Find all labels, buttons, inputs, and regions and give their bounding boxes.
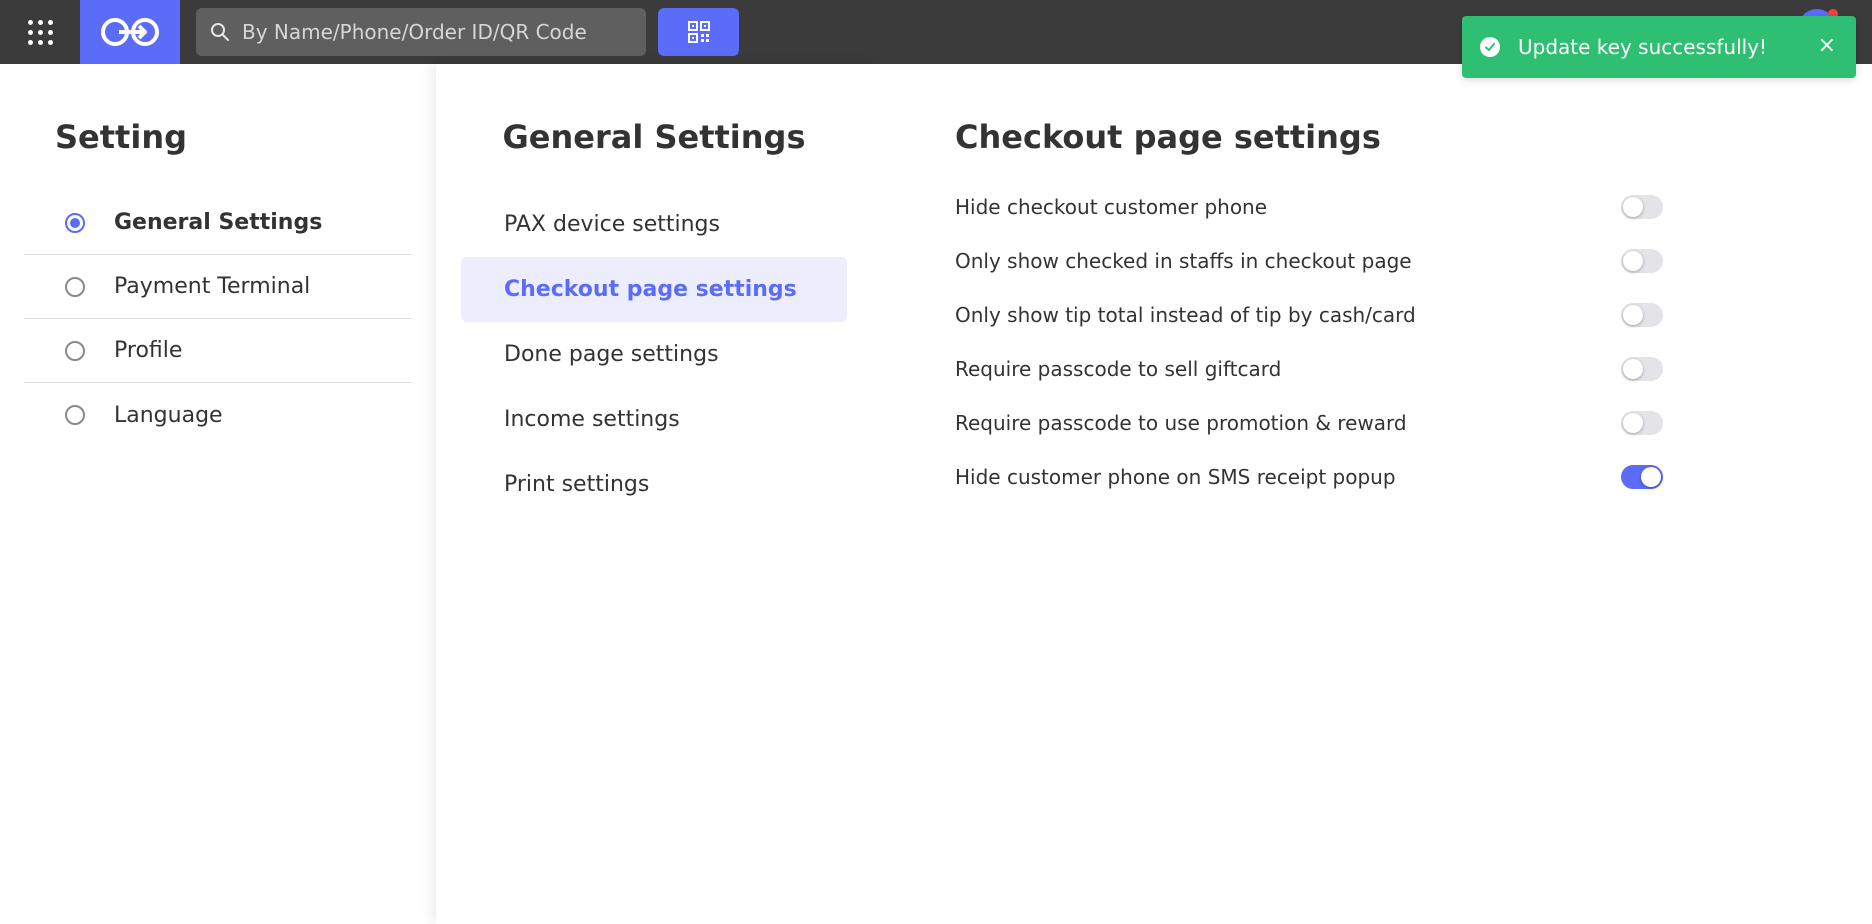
toggle-knob: [1623, 197, 1643, 217]
settings-nav: Setting General Settings Payment Termina…: [0, 64, 436, 924]
menu-item-income-settings[interactable]: Income settings: [461, 387, 847, 452]
page-title: Setting: [55, 118, 187, 156]
toggle-knob: [1623, 251, 1643, 271]
setting-label: Hide checkout customer phone: [955, 195, 1268, 219]
qr-scan-button[interactable]: [658, 8, 739, 56]
radio-checked-icon: [65, 212, 85, 233]
menu-item-pax-device-settings[interactable]: PAX device settings: [461, 192, 847, 257]
search-box: [196, 8, 646, 56]
radio-unchecked-icon: [65, 340, 85, 361]
panel-title: Checkout page settings: [955, 118, 1381, 156]
setting-row: Require passcode to use promotion & rewa…: [955, 403, 1663, 443]
check-circle-icon: [1480, 37, 1500, 57]
checkout-settings-panel: Checkout page settings Hide checkout cus…: [872, 64, 1872, 924]
menu-item-print-settings[interactable]: Print settings: [461, 452, 847, 517]
setting-label: Require passcode to use promotion & rewa…: [955, 411, 1407, 435]
toggle-knob: [1623, 413, 1643, 433]
setting-row: Only show tip total instead of tip by ca…: [955, 295, 1663, 335]
toast-message: Update key successfully!: [1518, 35, 1768, 59]
setting-row: Only show checked in staffs in checkout …: [955, 241, 1663, 281]
section-title: General Settings: [502, 118, 806, 156]
setting-label: Hide customer phone on SMS receipt popup: [955, 465, 1396, 489]
qr-code-icon: [687, 21, 710, 43]
toggle-knob: [1623, 359, 1643, 379]
nav-item-language[interactable]: Language: [25, 383, 411, 447]
setting-toggle[interactable]: [1621, 357, 1663, 381]
setting-label: Only show tip total instead of tip by ca…: [955, 303, 1416, 327]
nav-item-general-settings[interactable]: General Settings: [25, 191, 411, 255]
nav-item-profile[interactable]: Profile: [25, 319, 411, 383]
setting-toggle[interactable]: [1621, 195, 1663, 219]
setting-label: Require passcode to sell giftcard: [955, 357, 1282, 381]
menu-item-checkout-page-settings[interactable]: Checkout page settings: [461, 257, 847, 322]
setting-toggle[interactable]: [1621, 465, 1663, 489]
setting-toggle[interactable]: [1621, 411, 1663, 435]
apps-menu-button[interactable]: [0, 0, 80, 64]
search-icon: [211, 23, 229, 41]
nav-item-label: General Settings: [114, 210, 323, 235]
search-input[interactable]: [242, 20, 642, 44]
setting-row: Require passcode to sell giftcard: [955, 349, 1663, 389]
nav-item-label: Profile: [114, 338, 183, 363]
setting-toggle[interactable]: [1621, 303, 1663, 327]
setting-row: Hide checkout customer phone: [955, 187, 1663, 227]
nav-item-payment-terminal[interactable]: Payment Terminal: [25, 255, 411, 319]
setting-label: Only show checked in staffs in checkout …: [955, 249, 1412, 273]
success-toast: Update key successfully! ×: [1462, 16, 1856, 78]
apps-grid-icon: [27, 19, 53, 45]
radio-unchecked-icon: [65, 405, 85, 425]
nav-item-label: Language: [114, 402, 223, 428]
setting-row: Hide customer phone on SMS receipt popup: [955, 457, 1663, 497]
setting-toggle[interactable]: [1621, 249, 1663, 273]
close-icon[interactable]: ×: [1818, 34, 1836, 58]
radio-unchecked-icon: [65, 276, 85, 297]
general-settings-menu: General Settings PAX device settings Che…: [436, 64, 872, 924]
brand-logo-icon: [101, 18, 159, 46]
toggle-knob: [1623, 305, 1643, 325]
menu-item-done-page-settings[interactable]: Done page settings: [461, 322, 847, 387]
brand-logo[interactable]: [80, 0, 180, 64]
toggle-knob: [1641, 467, 1661, 487]
nav-item-label: Payment Terminal: [114, 274, 311, 299]
